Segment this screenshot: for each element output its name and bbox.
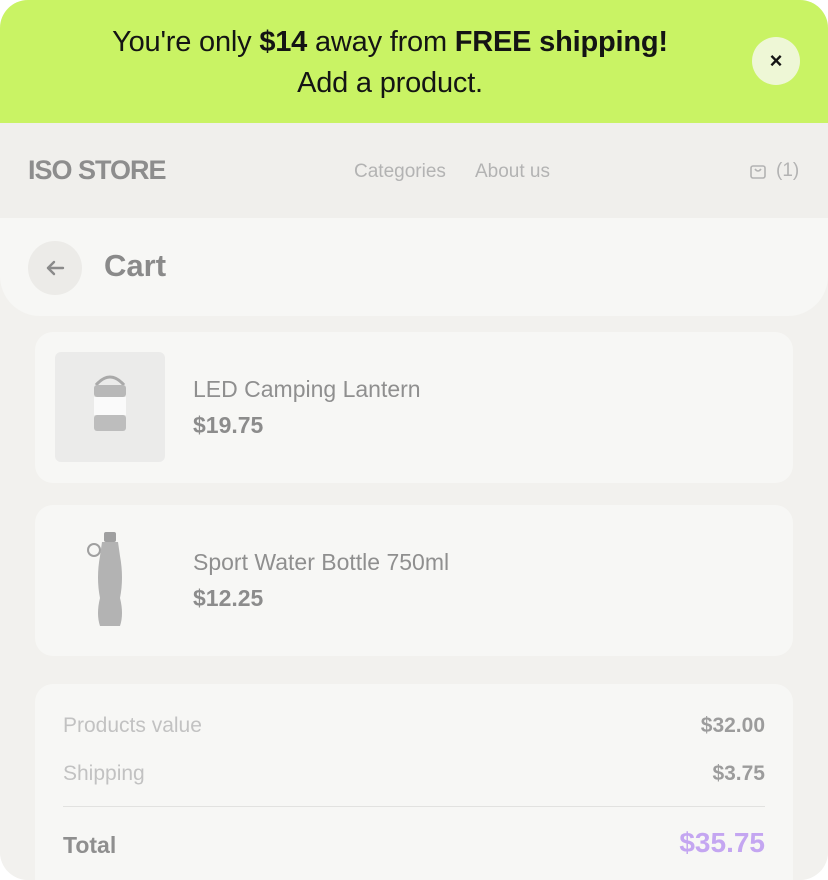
cart-item[interactable]: Sport Water Bottle 750ml $12.25 [35,505,793,656]
item-price: $19.75 [193,412,264,438]
products-value: $32.00 [700,714,765,737]
cart-header: Cart [0,218,828,316]
back-button[interactable] [28,241,82,295]
banner-highlight: FREE shipping! [454,26,668,58]
cart-button[interactable]: (1) [748,160,799,182]
total-label: Total [63,832,117,858]
nav-link-about-us[interactable]: About us [475,161,550,183]
banner-text-prefix: You're only [112,26,260,58]
shopping-bag-icon [750,165,766,179]
lantern-image [55,352,165,462]
summary-divider [63,806,765,807]
cart-count: (1) [776,160,800,181]
banner-message: You're only $14 away from FREE shipping!… [40,22,740,104]
order-summary: Products value $32.00 Shipping $3.75 Tot… [35,684,793,880]
item-price: $12.25 [193,585,264,611]
close-icon: × [769,48,783,73]
banner-amount: $14 [259,26,308,58]
banner-line2: Add a product. [297,67,483,99]
close-banner-button[interactable]: × [752,37,800,85]
total-value: $35.75 [679,827,765,858]
cart-item[interactable]: LED Camping Lantern $19.75 [35,332,793,483]
banner-text-middle: away from [307,26,455,58]
page-content: ISO STORE Categories About us (1) Cart L… [0,123,828,880]
item-name: Sport Water Bottle 750ml [193,549,450,575]
top-nav: ISO STORE Categories About us (1) [0,123,828,218]
shipping-label: Shipping [63,762,145,785]
shipping-value: $3.75 [712,762,765,785]
store-logo[interactable]: ISO STORE [28,155,167,186]
nav-link-categories[interactable]: Categories [354,161,446,183]
app-frame: You're only $14 away from FREE shipping!… [0,0,828,880]
page-title: Cart [104,248,167,283]
free-shipping-banner: You're only $14 away from FREE shipping!… [0,0,828,123]
item-name: LED Camping Lantern [193,376,421,402]
bottle-image [55,525,165,635]
arrow-left-icon [46,260,65,276]
products-value-label: Products value [63,714,202,737]
